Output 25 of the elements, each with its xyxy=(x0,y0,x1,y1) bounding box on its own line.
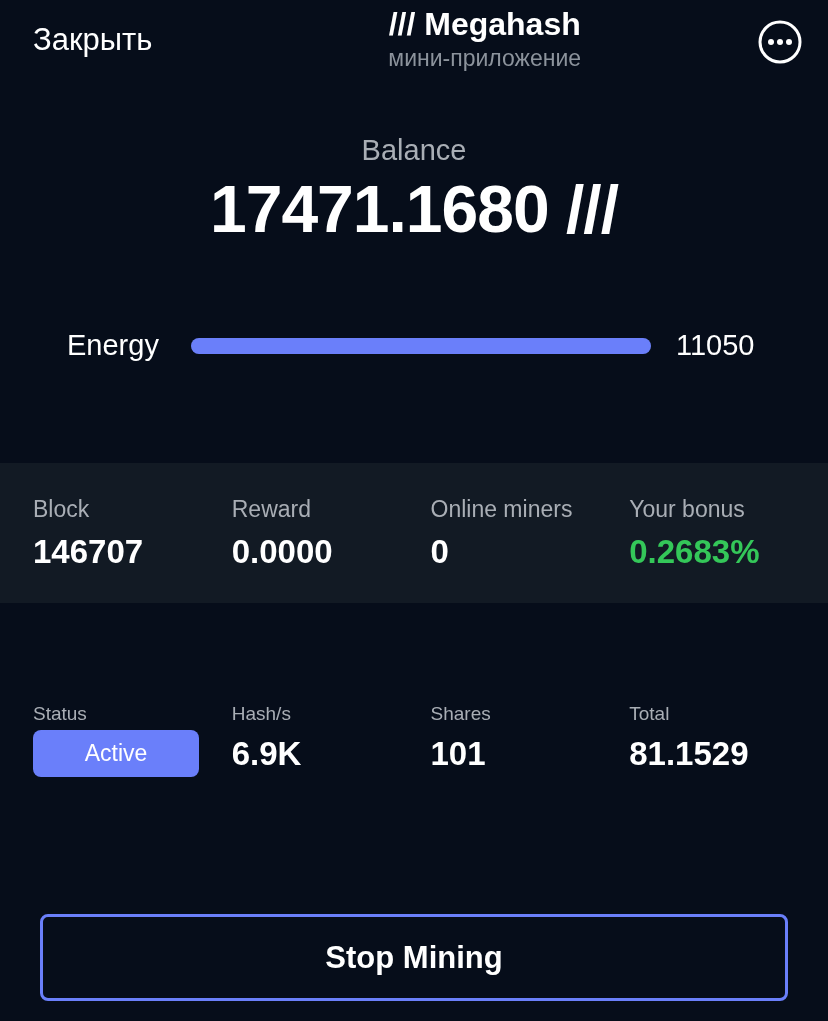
more-icon[interactable] xyxy=(757,19,803,65)
stop-mining-button[interactable]: Stop Mining xyxy=(40,914,788,1001)
stat-value: 81.1529 xyxy=(629,735,749,773)
stat-value: 101 xyxy=(430,735,486,773)
stat-value: 0.2683% xyxy=(629,532,760,571)
stat-label: Block xyxy=(33,495,90,523)
stat-label: Reward xyxy=(231,495,311,523)
close-link[interactable]: Закрыть xyxy=(33,22,153,58)
stat-label: Status xyxy=(33,703,87,725)
stat-value: 146707 xyxy=(33,532,144,571)
app-title: /// Megahash xyxy=(388,6,581,43)
balance-label: Balance xyxy=(361,134,467,167)
stat-value: 6.9K xyxy=(231,735,302,773)
stat-label: Your bonus xyxy=(629,495,745,523)
stat-value: 0 xyxy=(430,532,449,571)
balance-value: 17471.1680 /// xyxy=(209,171,618,247)
status-badge: Active xyxy=(33,730,199,777)
energy-label: Energy xyxy=(67,329,160,362)
stat-value: 0.0000 xyxy=(231,532,333,571)
stat-label: Shares xyxy=(430,703,491,725)
energy-reading: 11050 xyxy=(676,329,755,362)
app-subtitle: мини-приложение xyxy=(388,45,582,72)
stat-label: Online miners xyxy=(430,495,573,523)
stat-label: Total xyxy=(629,703,670,725)
stat-label: Hash/s xyxy=(231,703,291,725)
